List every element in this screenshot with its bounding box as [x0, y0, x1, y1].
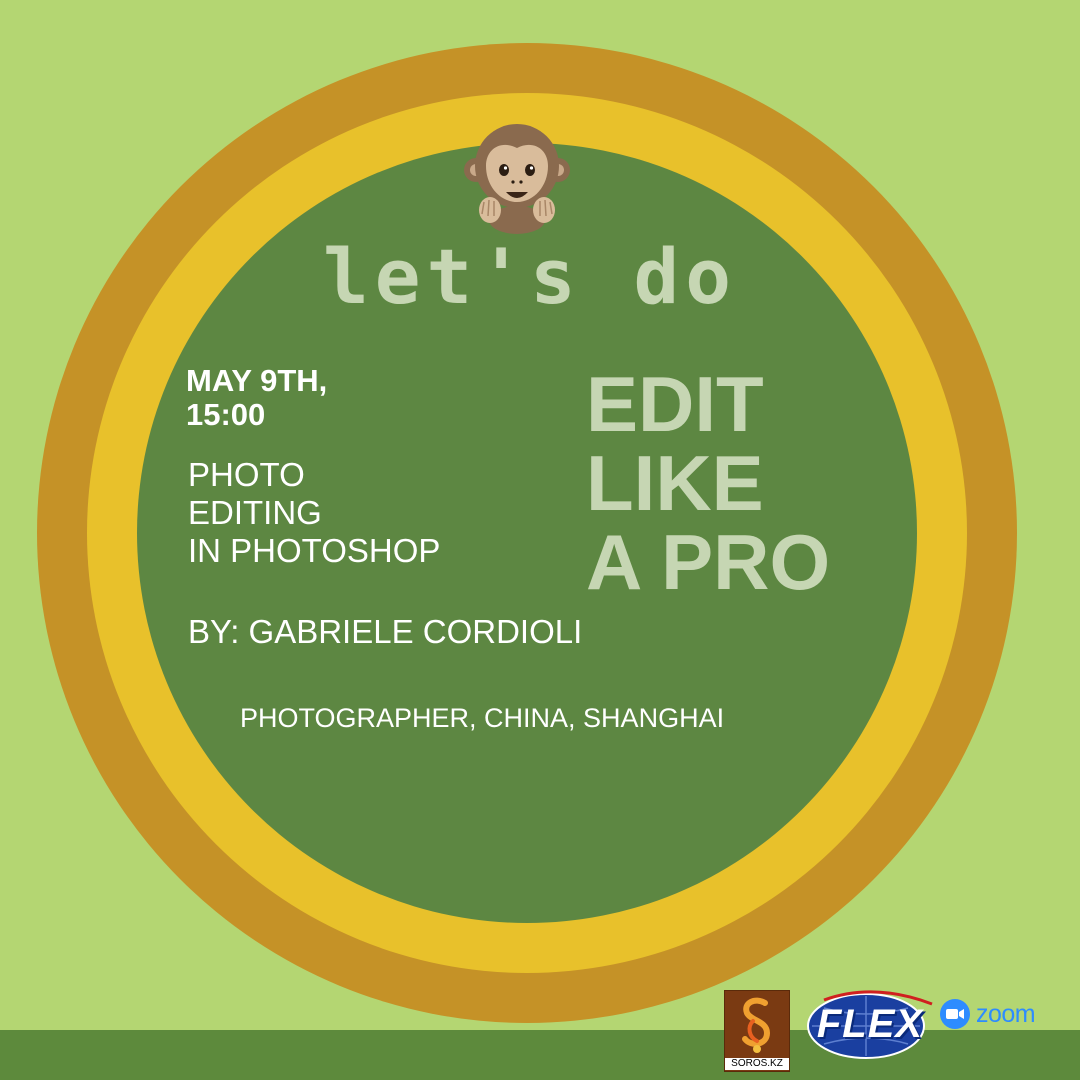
soros-logo: SOROS.KZ — [724, 990, 790, 1072]
headline-line-2: LIKE — [586, 439, 764, 527]
event-date-day: MAY 9TH, — [186, 363, 328, 398]
event-topic: PHOTO EDITING IN PHOTOSHOP — [188, 456, 528, 570]
lets-do-heading: let's do — [322, 232, 738, 321]
topic-line-3: IN PHOTOSHOP — [188, 532, 441, 569]
speaker-name: BY: GABRIELE CORDIOLI — [188, 613, 583, 650]
headline-line-3: A PRO — [586, 518, 831, 606]
speaker-role: PHOTOGRAPHER, CHINA, SHANGHAI — [240, 703, 725, 733]
event-date: MAY 9TH, 15:00 — [186, 364, 446, 432]
headline: EDIT LIKE A PRO — [586, 365, 886, 602]
topic-line-1: PHOTO — [188, 456, 305, 493]
flex-logo: FLEX — [804, 988, 936, 1060]
zoom-logo: zoom — [938, 998, 1058, 1030]
monkey-icon — [462, 120, 572, 236]
headline-line-1: EDIT — [586, 360, 764, 448]
zoom-label: zoom — [976, 1000, 1036, 1028]
flex-label: FLEX — [816, 1002, 924, 1046]
soros-label: SOROS.KZ — [725, 1058, 789, 1070]
topic-line-2: EDITING — [188, 494, 322, 531]
zoom-camera-icon — [940, 999, 970, 1029]
event-date-time: 15:00 — [186, 397, 266, 432]
